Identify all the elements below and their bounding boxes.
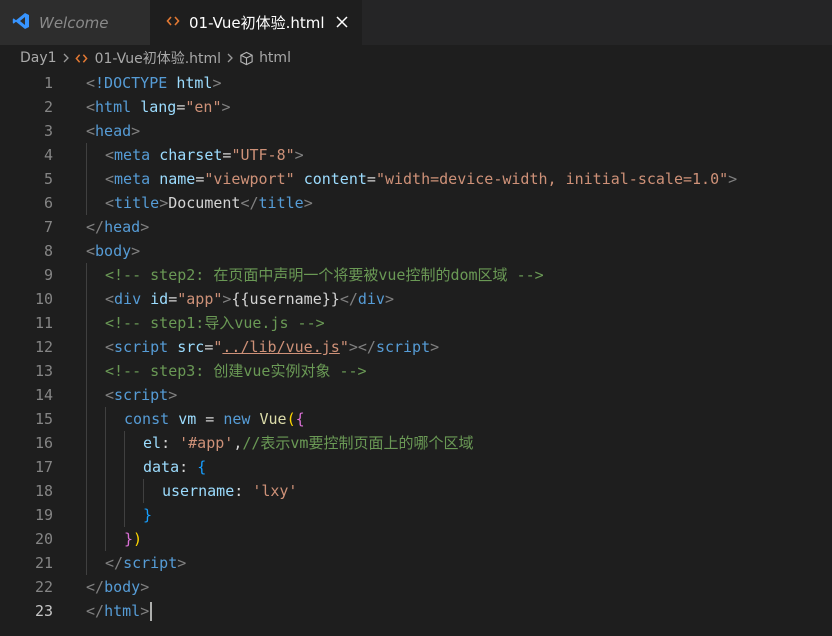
html-file-icon xyxy=(166,14,180,32)
tab-label: 01-Vue初体验.html xyxy=(189,14,325,32)
code-line: 15 const vm = new Vue({ xyxy=(0,407,832,431)
code-line: 21 </script> xyxy=(0,551,832,575)
line-text: </body> xyxy=(86,578,150,596)
line-text: <!-- step1:导入vue.js --> xyxy=(105,314,325,332)
code-line: 10 <div id="app">{{username}}</div> xyxy=(0,287,832,311)
line-text: <head> xyxy=(86,122,141,140)
tab-label: Welcome xyxy=(39,13,109,32)
line-number: 3 xyxy=(43,122,53,140)
line-text: <!DOCTYPE html> xyxy=(86,74,222,92)
line-text: <title>Document</title> xyxy=(105,194,313,212)
src-link[interactable]: ../lib/vue.js xyxy=(222,338,339,356)
code-line: 2 <html lang="en"> xyxy=(0,95,832,119)
line-number: 7 xyxy=(43,218,53,236)
code-line: 19 } xyxy=(0,503,832,527)
code-line: 20 }) xyxy=(0,527,832,551)
line-text: <script src="../lib/vue.js"></script> xyxy=(105,338,440,356)
line-number: 4 xyxy=(43,146,53,164)
line-number: 13 xyxy=(34,362,53,380)
close-icon[interactable] xyxy=(332,12,352,32)
breadcrumb: Day1 01-Vue初体验.html html xyxy=(0,45,832,71)
line-number: 20 xyxy=(34,530,53,548)
breadcrumb-file-label: 01-Vue初体验.html xyxy=(94,51,222,67)
line-text: </head> xyxy=(86,218,150,236)
code-line: 7 </head> xyxy=(0,215,832,239)
code-line: 18 username: 'lxy' xyxy=(0,479,832,503)
tab-current-file[interactable]: 01-Vue初体验.html xyxy=(150,0,362,45)
vscode-icon xyxy=(12,12,30,34)
breadcrumb-folder[interactable]: Day1 xyxy=(20,50,57,66)
line-text: <script> xyxy=(105,386,178,404)
line-number: 5 xyxy=(43,170,53,188)
line-number: 11 xyxy=(34,314,53,332)
line-text: <div id="app">{{username}}</div> xyxy=(105,290,394,308)
line-text: </html> xyxy=(86,599,153,623)
code-line: 11 <!-- step1:导入vue.js --> xyxy=(0,311,832,335)
line-number: 6 xyxy=(43,194,53,212)
breadcrumb-symbol-label: html xyxy=(259,50,291,66)
line-text: <html lang="en"> xyxy=(86,98,231,116)
code-line: 22 </body> xyxy=(0,575,832,599)
line-text: <!-- step2: 在页面中声明一个将要被vue控制的dom区域 --> xyxy=(105,266,544,284)
line-number: 12 xyxy=(34,338,53,356)
code-line: 5 <meta name="viewport" content="width=d… xyxy=(0,167,832,191)
code-line: 9 <!-- step2: 在页面中声明一个将要被vue控制的dom区域 --> xyxy=(0,263,832,287)
line-text: <body> xyxy=(86,242,141,260)
line-number: 2 xyxy=(43,98,53,116)
line-number: 16 xyxy=(34,434,53,452)
line-text: const vm = new Vue({ xyxy=(124,410,305,428)
line-number: 23 xyxy=(34,602,53,620)
line-text: data: { xyxy=(143,458,207,476)
line-number: 15 xyxy=(34,410,53,428)
chevron-right-icon xyxy=(62,53,70,63)
code-line: 17 data: { xyxy=(0,455,832,479)
html-file-icon xyxy=(74,52,88,65)
line-text: <!-- step3: 创建vue实例对象 --> xyxy=(105,362,367,380)
line-number: 14 xyxy=(34,386,53,404)
line-number: 19 xyxy=(34,506,53,524)
line-number: 21 xyxy=(34,554,53,572)
line-number: 22 xyxy=(34,578,53,596)
code-line: 3 <head> xyxy=(0,119,832,143)
code-line-current: 23 </html> xyxy=(0,599,832,623)
code-line: 6 <title>Document</title> xyxy=(0,191,832,215)
code-line: 8 <body> xyxy=(0,239,832,263)
tab-welcome[interactable]: Welcome xyxy=(0,0,150,45)
line-text: </script> xyxy=(105,554,187,572)
line-number: 18 xyxy=(34,482,53,500)
line-number: 9 xyxy=(43,266,53,284)
breadcrumb-symbol[interactable]: html xyxy=(239,50,291,66)
line-text: username: 'lxy' xyxy=(162,482,298,500)
line-number: 8 xyxy=(43,242,53,260)
line-text: }) xyxy=(124,530,143,548)
code-line: 12 <script src="../lib/vue.js"></script> xyxy=(0,335,832,359)
line-number: 10 xyxy=(34,290,53,308)
line-number: 1 xyxy=(43,74,53,92)
breadcrumb-file[interactable]: 01-Vue初体验.html xyxy=(74,48,222,68)
code-editor[interactable]: 1 <!DOCTYPE html> 2 <html lang="en"> 3 <… xyxy=(0,71,832,636)
text-cursor xyxy=(150,602,153,621)
code-line: 4 <meta charset="UTF-8"> xyxy=(0,143,832,167)
symbol-cube-icon xyxy=(239,51,254,66)
code-line: 16 el: '#app',//表示vm要控制页面上的哪个区域 xyxy=(0,431,832,455)
line-text: <meta charset="UTF-8"> xyxy=(105,146,304,164)
code-line: 13 <!-- step3: 创建vue实例对象 --> xyxy=(0,359,832,383)
line-number: 17 xyxy=(34,458,53,476)
line-text: <meta name="viewport" content="width=dev… xyxy=(105,170,738,188)
line-text: el: '#app',//表示vm要控制页面上的哪个区域 xyxy=(143,434,474,452)
code-line: 14 <script> xyxy=(0,383,832,407)
tab-bar: Welcome 01-Vue初体验.html xyxy=(0,0,832,45)
line-text: } xyxy=(143,506,153,524)
chevron-right-icon xyxy=(226,53,234,63)
code-line: 1 <!DOCTYPE html> xyxy=(0,71,832,95)
